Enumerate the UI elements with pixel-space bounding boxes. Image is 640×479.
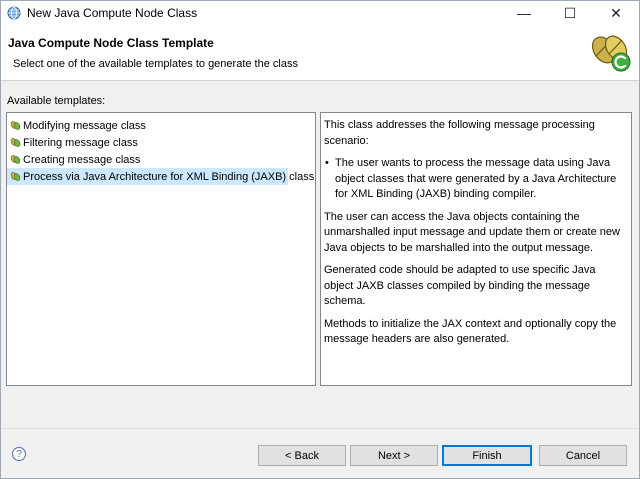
list-item-label: Process via Java Architecture for XML Bi… [23,170,315,183]
java-bean-icon [10,137,21,148]
button-bar-separator [1,428,639,429]
back-button[interactable]: < Back [258,445,346,466]
template-description: This class addresses the following messa… [320,112,632,386]
list-item[interactable]: Modifying message class [7,117,315,134]
description-bullets: The user wants to process the message da… [324,156,626,203]
help-icon[interactable]: ? [12,447,26,461]
cancel-button[interactable]: Cancel [539,445,627,466]
description-bullet: The user wants to process the message da… [324,156,626,203]
window-controls: — ☐ ✕ [501,1,639,25]
java-bean-icon [10,171,21,182]
next-button[interactable]: Next > [350,445,438,466]
description-paragraph: The user can access the Java objects con… [324,210,620,254]
window-title: New Java Compute Node Class [27,6,198,20]
page-description: Select one of the available templates to… [13,58,298,70]
java-bean-icon [10,154,21,165]
list-item[interactable]: Filtering message class [7,134,315,151]
list-item-label: Modifying message class [23,119,146,132]
globe-icon [7,6,21,20]
wizard-header: Java Compute Node Class Template Select … [1,25,639,81]
list-item-selected[interactable]: Process via Java Architecture for XML Bi… [7,168,314,185]
page-title: Java Compute Node Class Template [8,36,214,50]
finish-button[interactable]: Finish [442,445,532,466]
templates-list[interactable]: Modifying message class Filtering messag… [6,112,316,386]
maximize-button[interactable]: ☐ [547,1,593,25]
description-paragraph: Methods to initialize the JAX context an… [324,317,617,346]
available-templates-label: Available templates: [7,95,106,107]
dialog-window: New Java Compute Node Class — ☐ ✕ Java C… [0,0,640,479]
list-item-label: Creating message class [23,153,141,166]
title-bar[interactable]: New Java Compute Node Class — ☐ ✕ [1,1,639,25]
description-intro: This class addresses the following messa… [324,119,595,147]
close-button[interactable]: ✕ [593,1,639,25]
list-item-label: Filtering message class [23,136,138,149]
java-bean-icon [10,120,21,131]
minimize-button[interactable]: — [501,1,547,25]
description-paragraph: Generated code should be adapted to use … [324,264,596,307]
list-item[interactable]: Creating message class [7,151,315,168]
java-beans-icon [587,28,635,76]
